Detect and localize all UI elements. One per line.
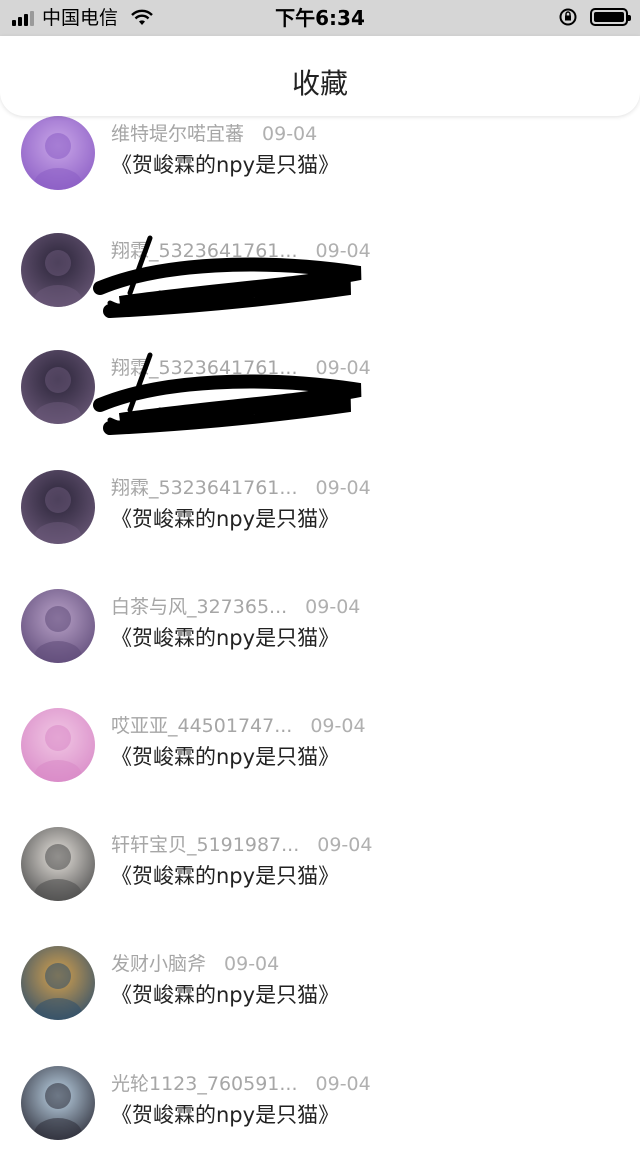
post-date: 09-04 — [310, 715, 366, 737]
username[interactable]: 翔霖_5323641761... — [111, 240, 298, 262]
status-right — [558, 7, 631, 27]
post-title[interactable]: 《贺峻霖的npy是只猫》 — [111, 741, 339, 771]
post-title[interactable]: 《贺峻霖的npy是只猫》 — [111, 979, 339, 1009]
figure-purple-avatar-icon[interactable] — [21, 589, 95, 663]
item-meta: 光轮1123_760591... 09-04 — [111, 1069, 371, 1096]
post-date: 09-04 — [305, 596, 361, 618]
post-date: 09-04 — [317, 834, 373, 856]
boy-dark-avatar-icon[interactable] — [21, 350, 95, 424]
list-item[interactable]: 翔霖_5323641761... 09-04 《贺峻霖的npy是只猫》 — [0, 470, 640, 570]
flower-avatar-icon[interactable] — [21, 116, 95, 190]
post-title[interactable]: 《贺峻霖的npy是只猫》 — [111, 1099, 339, 1129]
boy-dark-avatar-icon[interactable] — [21, 470, 95, 544]
item-meta: 翔霖_5323641761... 09-04 — [111, 353, 371, 380]
boy-portrait-avatar-icon[interactable] — [21, 1066, 95, 1140]
rotation-lock-icon — [559, 8, 577, 26]
username[interactable]: 维特堤尔喏宜蕃 — [111, 123, 244, 145]
username[interactable]: 翔霖_5323641761... — [111, 357, 298, 379]
item-meta: 白茶与风_327365... 09-04 — [111, 592, 360, 619]
boy-dark-avatar-icon[interactable] — [21, 233, 95, 307]
list-item[interactable]: 翔霖_5323641761... 09-04 — [0, 350, 640, 450]
list-item[interactable]: 发财小脑斧 09-04 《贺峻霖的npy是只猫》 — [0, 946, 640, 1046]
username[interactable]: 光轮1123_760591... — [111, 1073, 298, 1095]
list-item[interactable]: 轩轩宝贝_5191987... 09-04 《贺峻霖的npy是只猫》 — [0, 827, 640, 927]
list-item[interactable]: 翔霖_5323641761... 09-04 — [0, 233, 640, 333]
post-date: 09-04 — [315, 477, 371, 499]
boy-pink-avatar-icon[interactable] — [21, 708, 95, 782]
post-date: 09-04 — [315, 357, 371, 379]
list-item[interactable]: 白茶与风_327365... 09-04 《贺峻霖的npy是只猫》 — [0, 589, 640, 689]
item-meta: 发财小脑斧 09-04 — [111, 949, 279, 976]
username[interactable]: 翔霖_5323641761... — [111, 477, 298, 499]
username[interactable]: 哎亚亚_44501747... — [111, 715, 292, 737]
item-meta: 翔霖_5323641761... 09-04 — [111, 236, 371, 263]
post-title[interactable]: 《贺峻霖的npy是只猫》 — [111, 622, 339, 652]
item-meta: 哎亚亚_44501747... 09-04 — [111, 711, 366, 738]
status-time: 下午6:34 — [275, 6, 365, 30]
battery-icon — [590, 8, 631, 26]
page-header: 收藏 — [0, 36, 640, 116]
list-item[interactable]: 光轮1123_760591... 09-04 《贺峻霖的npy是只猫》 — [0, 1066, 640, 1166]
item-meta: 维特堤尔喏宜蕃 09-04 — [111, 119, 317, 146]
post-date: 09-04 — [224, 953, 280, 975]
username[interactable]: 发财小脑斧 — [111, 953, 206, 975]
item-meta: 翔霖_5323641761... 09-04 — [111, 473, 371, 500]
cartoon-monster-avatar-icon[interactable] — [21, 946, 95, 1020]
status-bar: 中国电信 下午6:34 — [0, 0, 640, 36]
post-title[interactable]: 《贺峻霖的npy是只猫》 — [111, 149, 339, 179]
post-title[interactable]: 《贺峻霖的npy是只猫》 — [111, 860, 339, 890]
post-date: 09-04 — [262, 123, 318, 145]
username[interactable]: 白茶与风_327365... — [111, 596, 287, 618]
post-date: 09-04 — [315, 1073, 371, 1095]
page-title: 收藏 — [291, 67, 348, 100]
item-meta: 轩轩宝贝_5191987... 09-04 — [111, 830, 372, 857]
username[interactable]: 轩轩宝贝_5191987... — [111, 834, 299, 856]
post-title[interactable]: 《贺峻霖的npy是只猫》 — [111, 503, 339, 533]
list-item[interactable]: 维特堤尔喏宜蕃 09-04 《贺峻霖的npy是只猫》 — [0, 116, 640, 216]
boy-standing-avatar-icon[interactable] — [21, 827, 95, 901]
post-date: 09-04 — [315, 240, 371, 262]
list-item[interactable]: 哎亚亚_44501747... 09-04 《贺峻霖的npy是只猫》 — [0, 708, 640, 808]
